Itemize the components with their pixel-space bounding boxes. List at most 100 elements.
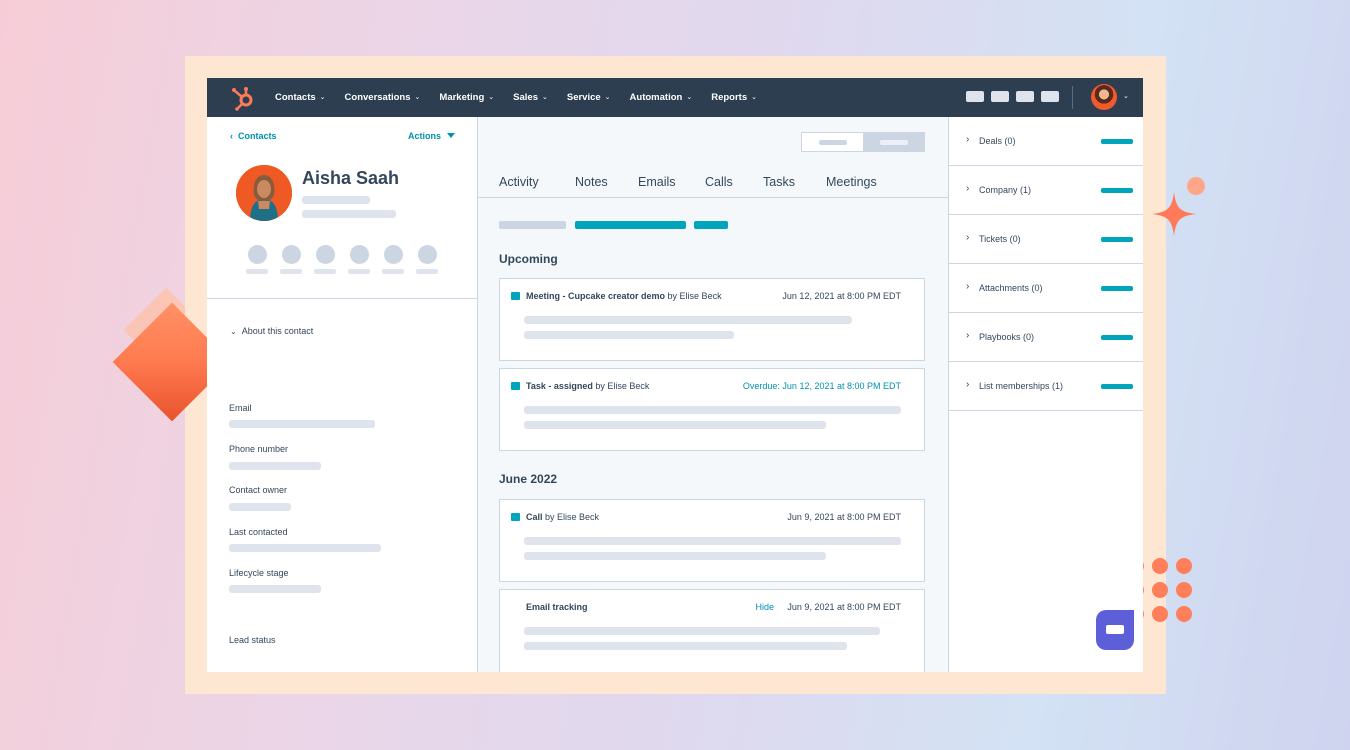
filter-chip[interactable]	[694, 221, 728, 229]
activity-title: Meeting - Cupcake creator demo by Elise …	[526, 291, 722, 301]
nav-marketing[interactable]: Marketing ⌄	[439, 92, 494, 103]
association-list-memberships[interactable]: › List memberships (1)	[949, 362, 1143, 411]
contact-sidebar: ‹ Contacts Actions Aisha Saah ⌄About th	[207, 117, 478, 672]
association-tickets[interactable]: › Tickets (0)	[949, 215, 1143, 264]
activity-card-meeting[interactable]: Meeting - Cupcake creator demo by Elise …	[499, 278, 925, 361]
chevron-down-icon: ⌄	[541, 93, 548, 101]
hide-link[interactable]: Hide	[755, 602, 774, 612]
tab-calls[interactable]: Calls	[705, 175, 733, 189]
chevron-down-icon: ⌄	[488, 93, 495, 101]
association-attachments[interactable]: › Attachments (0)	[949, 264, 1143, 313]
user-avatar[interactable]	[1091, 84, 1117, 110]
tab-activity[interactable]: Activity	[499, 175, 539, 189]
quick-action-button[interactable]	[350, 245, 369, 264]
contact-subtitle-placeholder	[302, 210, 396, 218]
chevron-down-icon: ⌄	[751, 93, 757, 101]
top-navigation-bar: Contacts ⌄ Conversations ⌄ Marketing ⌄ Sale…	[207, 78, 1143, 117]
section-title-june-2022: June 2022	[499, 472, 558, 486]
utility-button-1[interactable]	[966, 91, 984, 102]
quick-action-button[interactable]	[316, 245, 335, 264]
quick-action-label-placeholder	[348, 269, 370, 274]
content-placeholder	[524, 406, 901, 414]
nav-reports[interactable]: Reports ⌄	[711, 92, 757, 103]
nav-sales[interactable]: Sales ⌄	[513, 92, 548, 103]
association-bar	[1101, 237, 1133, 242]
section-title-upcoming: Upcoming	[499, 252, 558, 266]
activity-card-email-tracking[interactable]: Email tracking Hide Jun 9, 2021 at 8:00 …	[499, 589, 925, 672]
view-toggle-option-1[interactable]	[802, 133, 863, 151]
chevron-down-icon: ⌄	[414, 93, 421, 101]
activity-title: Email tracking	[526, 602, 588, 612]
quick-action-label-placeholder	[416, 269, 438, 274]
activity-overdue-date: Overdue: Jun 12, 2021 at 8:00 PM EDT	[742, 381, 901, 391]
lifecycle-value-placeholder[interactable]	[229, 585, 321, 593]
quick-action-button[interactable]	[418, 245, 437, 264]
sparkle-icon	[1152, 192, 1196, 236]
caret-down-icon	[447, 133, 456, 138]
chevron-down-icon: ⌄	[230, 327, 237, 336]
tab-tasks[interactable]: Tasks	[763, 175, 795, 189]
activity-timeline-panel: Activity Notes Emails Calls Tasks Meetin…	[478, 117, 948, 672]
decorative-dot	[1187, 177, 1205, 195]
chat-widget-icon[interactable]	[1096, 610, 1134, 650]
chevron-down-icon[interactable]: ⌄	[1123, 92, 1129, 100]
association-bar	[1101, 384, 1133, 389]
utility-button-4[interactable]	[1041, 91, 1059, 102]
quick-action-label-placeholder	[246, 269, 268, 274]
association-bar	[1101, 335, 1133, 340]
content-placeholder	[524, 627, 880, 635]
field-label-lead-status: Lead status	[229, 635, 276, 645]
filter-chip[interactable]	[499, 221, 566, 229]
nav-automation[interactable]: Automation ⌄	[630, 92, 693, 103]
view-toggle-option-2[interactable]	[863, 133, 924, 151]
actions-dropdown[interactable]: Actions	[408, 131, 456, 141]
crm-app-window: Contacts ⌄ Conversations ⌄ Marketing ⌄ Sale…	[207, 78, 1143, 672]
field-label-last-contacted: Last contacted	[229, 527, 288, 537]
association-company[interactable]: › Company (1)	[949, 166, 1143, 215]
nav-service[interactable]: Service ⌄	[567, 92, 611, 103]
quick-action-button[interactable]	[384, 245, 403, 264]
content-placeholder	[524, 316, 852, 324]
chevron-left-icon: ‹	[230, 131, 233, 141]
utility-button-3[interactable]	[1016, 91, 1034, 102]
activity-card-task[interactable]: Task - assigned by Elise Beck Overdue: J…	[499, 368, 925, 451]
nav-divider	[1072, 86, 1073, 109]
filter-chip[interactable]	[575, 221, 686, 229]
contact-name: Aisha Saah	[302, 168, 400, 188]
tab-meetings[interactable]: Meetings	[826, 175, 877, 189]
association-deals[interactable]: › Deals (0)	[949, 117, 1143, 166]
nav-conversations[interactable]: Conversations ⌄	[345, 92, 421, 103]
field-label-lifecycle-stage: Lifecycle stage	[229, 568, 289, 578]
activity-date: Jun 9, 2021 at 8:00 PM EDT	[787, 512, 901, 522]
about-contact-toggle[interactable]: ⌄ About this contact	[230, 326, 313, 336]
activity-card-call[interactable]: Call by Elise Beck Jun 9, 2021 at 8:00 P…	[499, 499, 925, 582]
back-to-contacts-link[interactable]: ‹ Contacts	[230, 131, 277, 141]
tab-emails[interactable]: Emails	[638, 175, 676, 189]
chevron-down-icon: ⌄	[604, 93, 611, 101]
activity-date: Jun 9, 2021 at 8:00 PM EDT	[787, 602, 901, 612]
chevron-right-icon: ›	[966, 281, 970, 292]
field-label-owner: Contact owner	[229, 485, 288, 495]
association-playbooks[interactable]: › Playbooks (0)	[949, 313, 1143, 362]
activity-date: Jun 12, 2021 at 8:00 PM EDT	[782, 291, 901, 301]
last-contacted-value-placeholder[interactable]	[229, 544, 381, 552]
content-placeholder	[524, 421, 826, 429]
email-value-placeholder[interactable]	[229, 420, 375, 428]
owner-value-placeholder[interactable]	[229, 503, 291, 511]
quick-action-label-placeholder	[280, 269, 302, 274]
quick-action-button[interactable]	[282, 245, 301, 264]
quick-action-button[interactable]	[248, 245, 267, 264]
chevron-down-icon: ⌄	[686, 93, 693, 101]
association-bar	[1101, 188, 1133, 193]
activity-title: Task - assigned by Elise Beck	[526, 381, 650, 391]
hubspot-logo-icon[interactable]	[230, 85, 256, 111]
association-bar	[1101, 139, 1133, 144]
nav-contacts[interactable]: Contacts ⌄	[275, 92, 326, 103]
contact-avatar	[236, 165, 292, 221]
activity-tabs: Activity Notes Emails Calls Tasks Meetin…	[478, 175, 948, 198]
tab-notes[interactable]: Notes	[575, 175, 608, 189]
chevron-right-icon: ›	[966, 183, 970, 194]
chevron-right-icon: ›	[966, 330, 970, 341]
phone-value-placeholder[interactable]	[229, 462, 321, 470]
utility-button-2[interactable]	[991, 91, 1009, 102]
